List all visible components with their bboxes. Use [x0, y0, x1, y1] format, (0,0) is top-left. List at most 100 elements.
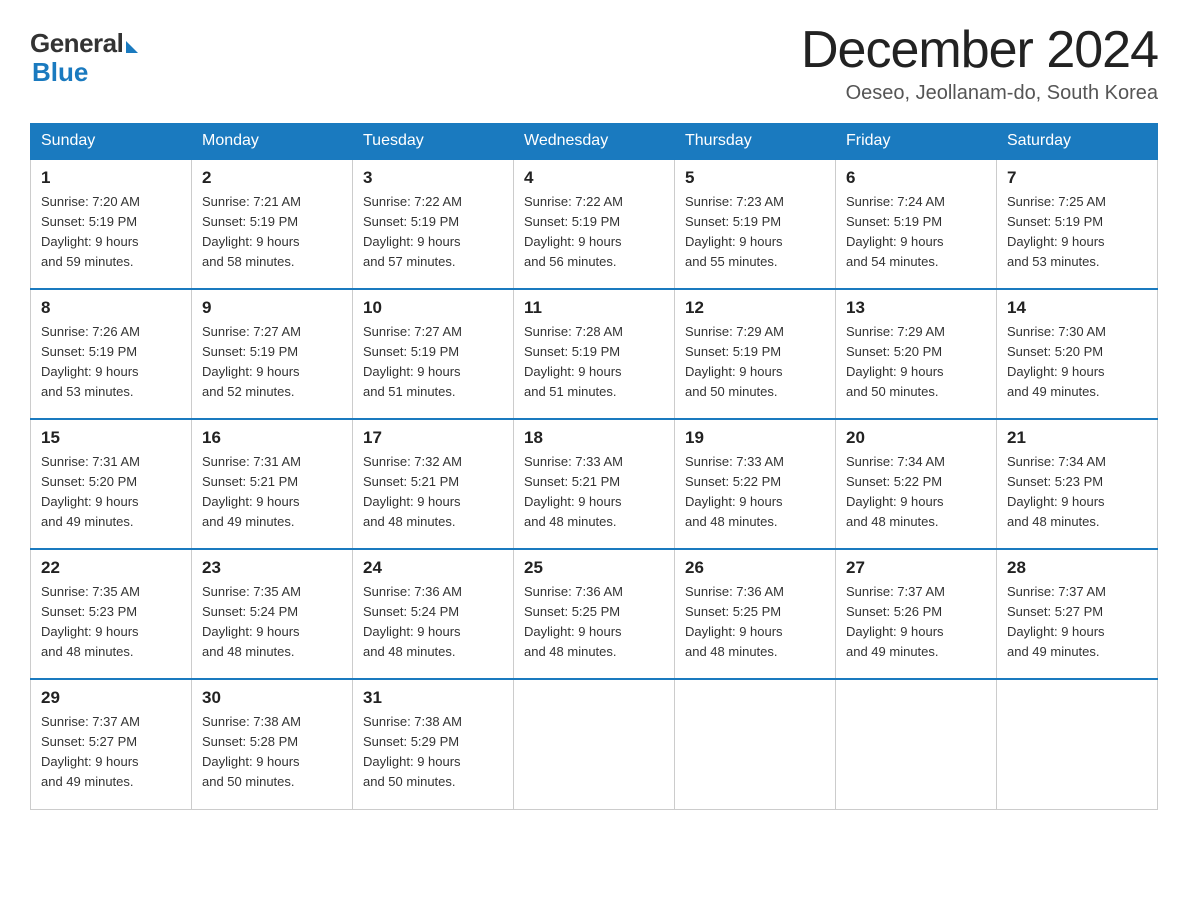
calendar-cell: 20 Sunrise: 7:34 AM Sunset: 5:22 PM Dayl…: [836, 419, 997, 549]
day-number: 2: [202, 168, 342, 188]
day-of-week-header: Saturday: [997, 124, 1158, 160]
day-info: Sunrise: 7:37 AM Sunset: 5:26 PM Dayligh…: [846, 582, 986, 663]
day-number: 19: [685, 428, 825, 448]
day-info: Sunrise: 7:34 AM Sunset: 5:23 PM Dayligh…: [1007, 452, 1147, 533]
day-info: Sunrise: 7:29 AM Sunset: 5:19 PM Dayligh…: [685, 322, 825, 403]
calendar-cell: 4 Sunrise: 7:22 AM Sunset: 5:19 PM Dayli…: [514, 159, 675, 289]
day-number: 20: [846, 428, 986, 448]
day-number: 30: [202, 688, 342, 708]
calendar-cell: [675, 679, 836, 809]
day-info: Sunrise: 7:30 AM Sunset: 5:20 PM Dayligh…: [1007, 322, 1147, 403]
day-info: Sunrise: 7:22 AM Sunset: 5:19 PM Dayligh…: [363, 192, 503, 273]
day-number: 5: [685, 168, 825, 188]
day-info: Sunrise: 7:27 AM Sunset: 5:19 PM Dayligh…: [363, 322, 503, 403]
logo: General Blue: [30, 28, 138, 88]
calendar-cell: 30 Sunrise: 7:38 AM Sunset: 5:28 PM Dayl…: [192, 679, 353, 809]
day-info: Sunrise: 7:27 AM Sunset: 5:19 PM Dayligh…: [202, 322, 342, 403]
day-number: 15: [41, 428, 181, 448]
calendar-cell: 9 Sunrise: 7:27 AM Sunset: 5:19 PM Dayli…: [192, 289, 353, 419]
day-info: Sunrise: 7:23 AM Sunset: 5:19 PM Dayligh…: [685, 192, 825, 273]
day-of-week-header: Thursday: [675, 124, 836, 160]
day-number: 4: [524, 168, 664, 188]
calendar-cell: 6 Sunrise: 7:24 AM Sunset: 5:19 PM Dayli…: [836, 159, 997, 289]
day-of-week-header: Friday: [836, 124, 997, 160]
day-info: Sunrise: 7:20 AM Sunset: 5:19 PM Dayligh…: [41, 192, 181, 273]
calendar-cell: 2 Sunrise: 7:21 AM Sunset: 5:19 PM Dayli…: [192, 159, 353, 289]
day-number: 1: [41, 168, 181, 188]
calendar-cell: 24 Sunrise: 7:36 AM Sunset: 5:24 PM Dayl…: [353, 549, 514, 679]
day-info: Sunrise: 7:36 AM Sunset: 5:25 PM Dayligh…: [524, 582, 664, 663]
calendar-cell: 22 Sunrise: 7:35 AM Sunset: 5:23 PM Dayl…: [31, 549, 192, 679]
day-number: 12: [685, 298, 825, 318]
calendar-cell: 31 Sunrise: 7:38 AM Sunset: 5:29 PM Dayl…: [353, 679, 514, 809]
day-number: 26: [685, 558, 825, 578]
day-number: 21: [1007, 428, 1147, 448]
day-info: Sunrise: 7:35 AM Sunset: 5:23 PM Dayligh…: [41, 582, 181, 663]
calendar-cell: 12 Sunrise: 7:29 AM Sunset: 5:19 PM Dayl…: [675, 289, 836, 419]
day-info: Sunrise: 7:24 AM Sunset: 5:19 PM Dayligh…: [846, 192, 986, 273]
calendar-cell: [997, 679, 1158, 809]
day-number: 11: [524, 298, 664, 318]
day-info: Sunrise: 7:22 AM Sunset: 5:19 PM Dayligh…: [524, 192, 664, 273]
day-info: Sunrise: 7:25 AM Sunset: 5:19 PM Dayligh…: [1007, 192, 1147, 273]
day-of-week-header: Tuesday: [353, 124, 514, 160]
day-number: 18: [524, 428, 664, 448]
day-number: 31: [363, 688, 503, 708]
calendar-cell: 8 Sunrise: 7:26 AM Sunset: 5:19 PM Dayli…: [31, 289, 192, 419]
calendar-cell: 5 Sunrise: 7:23 AM Sunset: 5:19 PM Dayli…: [675, 159, 836, 289]
calendar-cell: 14 Sunrise: 7:30 AM Sunset: 5:20 PM Dayl…: [997, 289, 1158, 419]
day-of-week-header: Monday: [192, 124, 353, 160]
day-number: 29: [41, 688, 181, 708]
day-info: Sunrise: 7:35 AM Sunset: 5:24 PM Dayligh…: [202, 582, 342, 663]
day-info: Sunrise: 7:21 AM Sunset: 5:19 PM Dayligh…: [202, 192, 342, 273]
day-number: 17: [363, 428, 503, 448]
calendar-cell: 27 Sunrise: 7:37 AM Sunset: 5:26 PM Dayl…: [836, 549, 997, 679]
day-number: 8: [41, 298, 181, 318]
header-right: December 2024 Oeseo, Jeollanam-do, South…: [801, 20, 1158, 105]
calendar-cell: 11 Sunrise: 7:28 AM Sunset: 5:19 PM Dayl…: [514, 289, 675, 419]
calendar-cell: 21 Sunrise: 7:34 AM Sunset: 5:23 PM Dayl…: [997, 419, 1158, 549]
calendar-cell: 15 Sunrise: 7:31 AM Sunset: 5:20 PM Dayl…: [31, 419, 192, 549]
calendar-week-row: 22 Sunrise: 7:35 AM Sunset: 5:23 PM Dayl…: [31, 549, 1158, 679]
calendar-header-row: SundayMondayTuesdayWednesdayThursdayFrid…: [31, 124, 1158, 160]
calendar-cell: [514, 679, 675, 809]
day-info: Sunrise: 7:33 AM Sunset: 5:21 PM Dayligh…: [524, 452, 664, 533]
day-info: Sunrise: 7:31 AM Sunset: 5:20 PM Dayligh…: [41, 452, 181, 533]
day-number: 7: [1007, 168, 1147, 188]
day-number: 10: [363, 298, 503, 318]
day-info: Sunrise: 7:32 AM Sunset: 5:21 PM Dayligh…: [363, 452, 503, 533]
calendar-cell: 17 Sunrise: 7:32 AM Sunset: 5:21 PM Dayl…: [353, 419, 514, 549]
day-info: Sunrise: 7:38 AM Sunset: 5:29 PM Dayligh…: [363, 712, 503, 793]
day-number: 3: [363, 168, 503, 188]
day-number: 25: [524, 558, 664, 578]
calendar-cell: 7 Sunrise: 7:25 AM Sunset: 5:19 PM Dayli…: [997, 159, 1158, 289]
calendar-week-row: 1 Sunrise: 7:20 AM Sunset: 5:19 PM Dayli…: [31, 159, 1158, 289]
calendar-cell: 25 Sunrise: 7:36 AM Sunset: 5:25 PM Dayl…: [514, 549, 675, 679]
calendar-week-row: 8 Sunrise: 7:26 AM Sunset: 5:19 PM Dayli…: [31, 289, 1158, 419]
day-info: Sunrise: 7:38 AM Sunset: 5:28 PM Dayligh…: [202, 712, 342, 793]
calendar-cell: 26 Sunrise: 7:36 AM Sunset: 5:25 PM Dayl…: [675, 549, 836, 679]
calendar-cell: [836, 679, 997, 809]
day-number: 22: [41, 558, 181, 578]
calendar-cell: 28 Sunrise: 7:37 AM Sunset: 5:27 PM Dayl…: [997, 549, 1158, 679]
calendar-week-row: 15 Sunrise: 7:31 AM Sunset: 5:20 PM Dayl…: [31, 419, 1158, 549]
calendar-cell: 18 Sunrise: 7:33 AM Sunset: 5:21 PM Dayl…: [514, 419, 675, 549]
month-year-title: December 2024: [801, 20, 1158, 80]
day-number: 13: [846, 298, 986, 318]
day-of-week-header: Sunday: [31, 124, 192, 160]
logo-arrow-icon: [126, 41, 138, 53]
day-number: 6: [846, 168, 986, 188]
logo-general-text: General: [30, 28, 123, 59]
logo-blue-text: Blue: [32, 57, 88, 88]
location-subtitle: Oeseo, Jeollanam-do, South Korea: [801, 82, 1158, 105]
day-info: Sunrise: 7:36 AM Sunset: 5:25 PM Dayligh…: [685, 582, 825, 663]
calendar-week-row: 29 Sunrise: 7:37 AM Sunset: 5:27 PM Dayl…: [31, 679, 1158, 809]
day-info: Sunrise: 7:37 AM Sunset: 5:27 PM Dayligh…: [41, 712, 181, 793]
day-number: 28: [1007, 558, 1147, 578]
page-header: General Blue December 2024 Oeseo, Jeolla…: [30, 20, 1158, 105]
day-number: 16: [202, 428, 342, 448]
day-number: 27: [846, 558, 986, 578]
calendar-cell: 10 Sunrise: 7:27 AM Sunset: 5:19 PM Dayl…: [353, 289, 514, 419]
day-info: Sunrise: 7:37 AM Sunset: 5:27 PM Dayligh…: [1007, 582, 1147, 663]
day-number: 9: [202, 298, 342, 318]
